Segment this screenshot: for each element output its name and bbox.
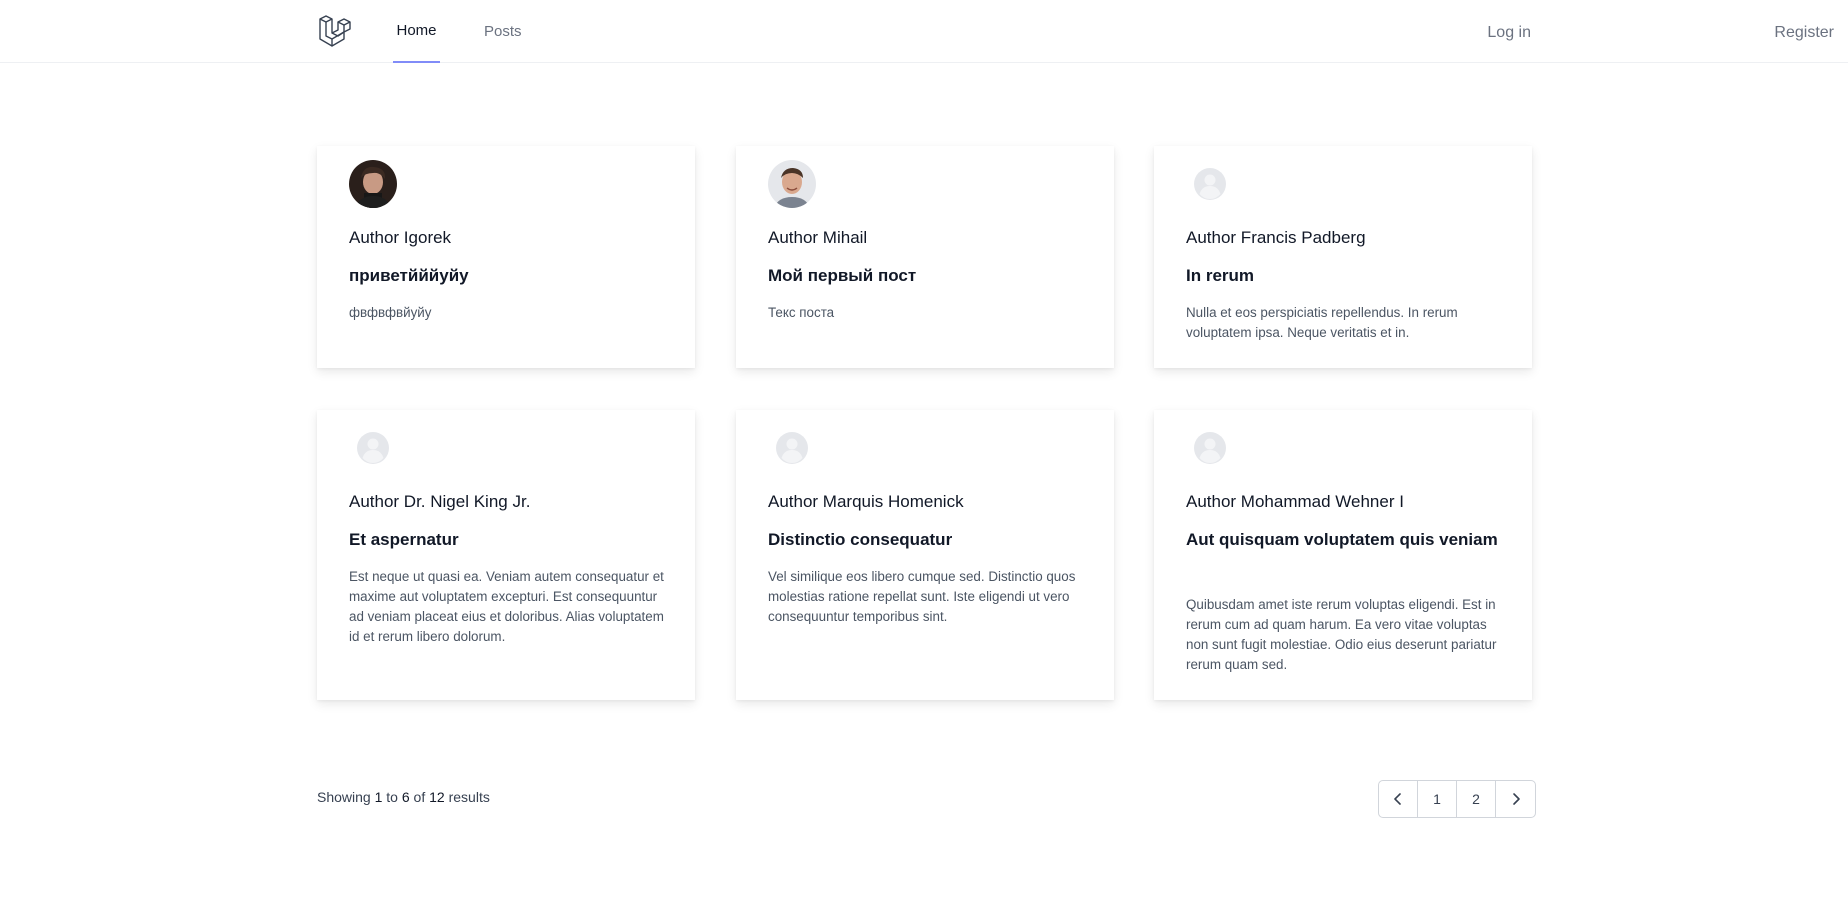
default-user-icon: [349, 424, 397, 472]
next-page-button[interactable]: [1496, 781, 1535, 817]
author-name: Author Mihail: [768, 228, 868, 247]
post-title[interactable]: Et aspernatur: [349, 526, 669, 554]
author-name: Author Igorek: [349, 228, 452, 247]
post-card[interactable]: Author Francis Padberg In rerum Nulla et…: [1154, 146, 1532, 368]
post-body: Nulla et eos perspiciatis repellendus. I…: [1186, 305, 1458, 340]
page-2-button[interactable]: 2: [1457, 781, 1496, 817]
post-card[interactable]: Author Mohammad Wehner I Aut quisquam vo…: [1154, 410, 1532, 700]
pagination: 1 2: [1378, 780, 1536, 818]
author-name: Author Mohammad Wehner I: [1186, 492, 1404, 511]
top-navigation-bar: Home Posts Log in Register: [0, 0, 1848, 63]
nav-posts-link[interactable]: Posts: [484, 0, 522, 63]
login-link[interactable]: Log in: [1487, 24, 1531, 42]
post-body: Quibusdam amet iste rerum voluptas elige…: [1186, 597, 1497, 672]
post-card[interactable]: Author Igorek приветйййуйу фвфвфвйуйу: [317, 146, 695, 368]
page-1-button[interactable]: 1: [1418, 781, 1457, 817]
post-title[interactable]: приветйййуйу: [349, 262, 669, 290]
showing-label: Showing: [317, 789, 371, 805]
post-body: Vel similique eos libero cumque sed. Dis…: [768, 569, 1076, 624]
post-title[interactable]: Distinctio consequatur: [768, 526, 1088, 554]
default-user-icon: [1186, 160, 1234, 208]
post-body: Текс поста: [768, 305, 835, 320]
post-title[interactable]: Aut quisquam voluptatem quis veniam: [1186, 526, 1506, 554]
previous-page-button[interactable]: [1379, 781, 1418, 817]
chevron-right-icon: [1512, 793, 1520, 805]
results-total: 12: [429, 789, 445, 805]
results-summary: Showing 1 to 6 of 12 results: [317, 789, 490, 805]
default-user-icon: [1186, 424, 1234, 472]
register-link[interactable]: Register: [1774, 24, 1834, 42]
post-body: фвфвфвйуйу: [349, 305, 432, 320]
chevron-left-icon: [1394, 793, 1401, 805]
author-name: Author Francis Padberg: [1186, 228, 1366, 247]
author-avatar: [768, 160, 816, 208]
results-to: 6: [401, 789, 410, 805]
post-card[interactable]: Author Mihail Мой первый пост Текс поста: [736, 146, 1114, 368]
post-title[interactable]: Мой первый пост: [768, 262, 1088, 290]
author-name: Author Dr. Nigel King Jr.: [349, 492, 531, 511]
author-avatar: [349, 160, 397, 208]
post-title[interactable]: In rerum: [1186, 262, 1506, 290]
post-card[interactable]: Author Dr. Nigel King Jr. Et aspernatur …: [317, 410, 695, 700]
post-body: Est neque ut quasi ea. Veniam autem cons…: [349, 569, 664, 644]
author-name: Author Marquis Homenick: [768, 492, 964, 511]
to-label: to: [386, 789, 398, 805]
default-user-icon: [768, 424, 816, 472]
results-label: results: [448, 789, 490, 805]
laravel-logo-icon[interactable]: [318, 13, 354, 49]
nav-home-link[interactable]: Home: [393, 0, 440, 63]
results-from: 1: [374, 789, 383, 805]
of-label: of: [413, 789, 426, 805]
post-card[interactable]: Author Marquis Homenick Distinctio conse…: [736, 410, 1114, 700]
